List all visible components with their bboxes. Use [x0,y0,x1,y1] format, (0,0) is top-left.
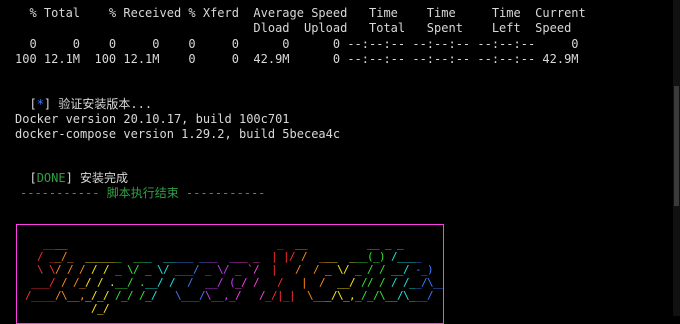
done-line: [DONE] 安装完成 [15,156,128,186]
banner-glyph: / [313,263,320,276]
banner-glyph: / [49,276,56,289]
banner-glyph: _ [115,250,122,263]
banner-glyph: _ [355,263,362,276]
banner-glyph: / [349,276,356,289]
banner-glyph: | [271,263,278,276]
docker-version-line: Docker version 20.10.17, build 100c701 [15,112,290,126]
banner-glyph: _ [385,237,392,250]
banner-glyph: / [187,276,194,289]
banner-glyph: / [61,276,68,289]
banner-glyph: / [427,289,434,302]
banner-glyph: / [127,289,134,302]
banner-glyph: / [253,276,260,289]
banner-glyph: / [67,263,74,276]
banner-glyph: / [241,276,248,289]
banner-glyph: / [103,289,110,302]
done-bracket-close: ] [65,171,73,185]
banner-glyph: / [163,263,170,276]
banner-glyph: _ [67,250,74,263]
banner-glyph: _ [277,237,284,250]
banner-glyph: _ [187,250,194,263]
rainbow-ascii-banner: _ _ _ _ _ _ _ _ _ _ _/_ _ / _ _ _ _ _ _ _ _ _ _ _ _ _ _ _ _ _ _ _ _ _ _ | | /… [25,237,444,315]
banner-glyph: _ [235,263,242,276]
banner-glyph: / [367,263,374,276]
banner-glyph: / [169,276,176,289]
banner-glyph: _ [325,263,332,276]
banner-glyph: / [85,276,92,289]
banner-glyph: _ [145,250,152,263]
compose-version-line: docker-compose version 1.29.2, build 5be… [15,127,341,141]
banner-glyph: _ [241,250,248,263]
terminal-scrollbar[interactable] [673,0,680,316]
banner-glyph: ) [379,250,386,263]
curl-header-line-2: Dload Upload Total Spent Left Speed [15,21,572,35]
info-star: * [36,97,44,111]
banner-glyph: | [301,276,308,289]
banner-glyph: | [271,250,278,263]
banner-glyph: / [217,276,224,289]
banner-glyph: _ [253,250,260,263]
banner-glyph: _ [211,250,218,263]
banner-glyph: / [133,263,140,276]
banner-glyph: / [223,263,230,276]
curl-progress-row-1: 0 0 0 0 0 0 0 0 --:--:-- --:--:-- --:--:… [15,37,579,51]
ascii-banner-box: _ _ _ _ _ _ _ _ _ _ _ / _ _ / _ _ _ _ _ _ _ _ _ _ _ _ _ _ _ _ _ _ _ _ _ _ | | /… [16,224,444,324]
banner-glyph: / [79,263,86,276]
done-bracket-open: [ [29,171,37,185]
banner-glyph: ) [427,263,434,276]
curl-header-line-1: % Total % Received % Xferd Average Speed… [15,6,586,20]
banner-glyph: / [157,276,164,289]
banner-glyph: / [319,276,326,289]
banner-glyph: / [103,302,110,315]
banner-glyph: / [37,250,44,263]
banner-glyph: / [301,250,308,263]
banner-glyph: / [193,263,200,276]
banner-glyph: / [295,263,302,276]
banner-glyph: _ [415,250,422,263]
banner-glyph: _ [205,263,212,276]
banner-glyph: | [289,289,296,302]
banner-glyph: _ [331,250,338,263]
banner-glyph: / [127,276,134,289]
curl-progress-row-2: 100 12.1M 100 12.1M 0 0 42.9M 0 --:--:--… [15,52,579,66]
script-end-separator: ----------- 脚本执行结束 ----------- [20,186,266,200]
banner-glyph: _ [397,237,404,250]
banner-glyph: _ [61,237,68,250]
banner-glyph: / [289,250,296,263]
banner-glyph: _ [145,263,152,276]
banner-glyph: / [277,276,284,289]
banner-glyph: / [235,289,242,302]
verify-line: [*] 验证安装版本... [15,82,152,112]
banner-glyph: / [151,289,158,302]
banner-glyph: / [403,263,410,276]
banner-glyph: \ [37,263,44,276]
banner-glyph: _ [301,237,308,250]
banner-glyph: / [97,276,104,289]
banner-glyph: / [391,276,398,289]
done-tag: DONE [36,171,66,185]
banner-glyph: _ [439,276,444,289]
banner-glyph: _ [115,263,122,276]
banner-glyph: / [367,276,374,289]
banner-glyph: / [91,263,98,276]
banner-glyph: _ [373,237,380,250]
banner-glyph: / [379,263,386,276]
banner-glyph: / [379,276,386,289]
banner-glyph: / [343,263,350,276]
banner-glyph: / [55,263,62,276]
verify-text: 验证安装版本... [51,97,153,111]
verify-bracket-open: [ [29,97,37,111]
banner-glyph: / [253,263,260,276]
done-text: 安装完成 [72,171,129,185]
banner-glyph: / [103,263,110,276]
scrollbar-thumb[interactable] [674,86,679,206]
